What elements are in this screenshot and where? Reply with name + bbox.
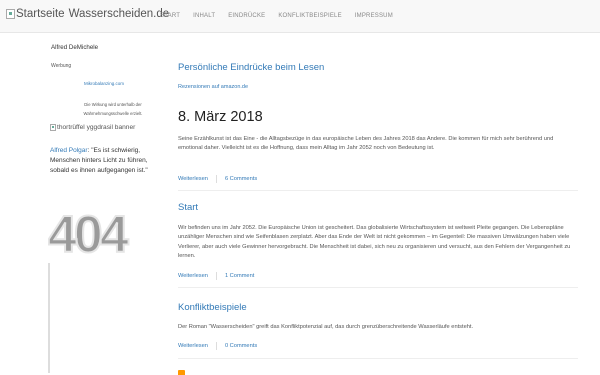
ad-note: Die Wirkung wird unterhalb der Wahrnehmu… <box>83 102 143 116</box>
post-excerpt: Wir befinden uns im Jahr 2052. Die Europ… <box>178 225 571 260</box>
post-divider <box>178 287 578 288</box>
post-excerpt: Der Roman "Wasserscheiden" greift das Ko… <box>178 324 474 330</box>
nav-item-start[interactable]: START <box>160 13 180 19</box>
meta-divider <box>215 175 217 183</box>
broken-image-icon <box>50 124 56 131</box>
reviews-link[interactable]: Rezensionen auf amazon.de <box>178 84 248 90</box>
banner-link[interactable]: thortrüffel yggdrasil banner <box>50 124 135 131</box>
post-title-link[interactable]: Konfliktbeispiele <box>178 302 247 313</box>
read-more-link[interactable]: Weiterlesen <box>178 343 208 349</box>
post-title-link[interactable]: Start <box>178 202 198 213</box>
image-404-text: 404 <box>48 206 129 260</box>
sidebar-quote: Alfred Polgar: "Es ist schwierig, Mensch… <box>50 146 160 176</box>
sidebar-author: Alfred DeMichele <box>51 44 99 51</box>
post-meta: Weiterlesen 0 Comments <box>178 342 257 350</box>
post-title: 8. März 2018 <box>178 109 263 125</box>
quote-author-link[interactable]: Alfred Polgar <box>50 147 88 154</box>
meta-divider <box>215 272 217 280</box>
brand-link[interactable]: Startseite Wasserscheiden.de <box>6 8 169 26</box>
brand-logo-alt: Startseite <box>16 8 65 20</box>
image-404: 404 <box>48 205 133 260</box>
comments-link[interactable]: 1 Comment <box>225 273 254 279</box>
broken-image-icon <box>6 9 15 19</box>
ad-label: Werbung <box>51 63 72 69</box>
post-divider <box>178 190 578 191</box>
nav-item-eindruecke[interactable]: EINDRÜCKE <box>228 13 265 19</box>
nav-item-impressum[interactable]: IMPRESSUM <box>355 13 393 19</box>
banner-alt-text: thortrüffel yggdrasil banner <box>57 124 136 131</box>
nav-item-inhalt[interactable]: INHALT <box>193 13 215 19</box>
ad-link[interactable]: Mikrobalanzing.com <box>84 81 124 86</box>
post-divider <box>178 358 578 359</box>
brand-title: Wasserscheiden.de <box>68 8 170 20</box>
meta-divider <box>215 342 217 350</box>
post-meta: Weiterlesen 6 Comments <box>178 175 257 183</box>
comments-link[interactable]: 0 Comments <box>225 343 257 349</box>
section-heading-link[interactable]: Persönliche Eindrücke beim Lesen <box>178 62 324 73</box>
post-meta: Weiterlesen 1 Comment <box>178 272 254 280</box>
main-nav: START INHALT EINDRÜCKE KONFLIKTBEISPIELE… <box>160 13 406 19</box>
read-more-link[interactable]: Weiterlesen <box>178 273 208 279</box>
comments-link[interactable]: 6 Comments <box>225 176 257 182</box>
top-navbar: Startseite Wasserscheiden.de START INHAL… <box>0 0 600 33</box>
rss-icon[interactable] <box>178 370 185 375</box>
sidebar-divider <box>48 263 50 373</box>
nav-item-konfliktbeispiele[interactable]: KONFLIKTBEISPIELE <box>278 13 341 19</box>
read-more-link[interactable]: Weiterlesen <box>178 176 208 182</box>
post-excerpt: Seine Erzählkunst ist das Eine - die All… <box>178 136 554 152</box>
